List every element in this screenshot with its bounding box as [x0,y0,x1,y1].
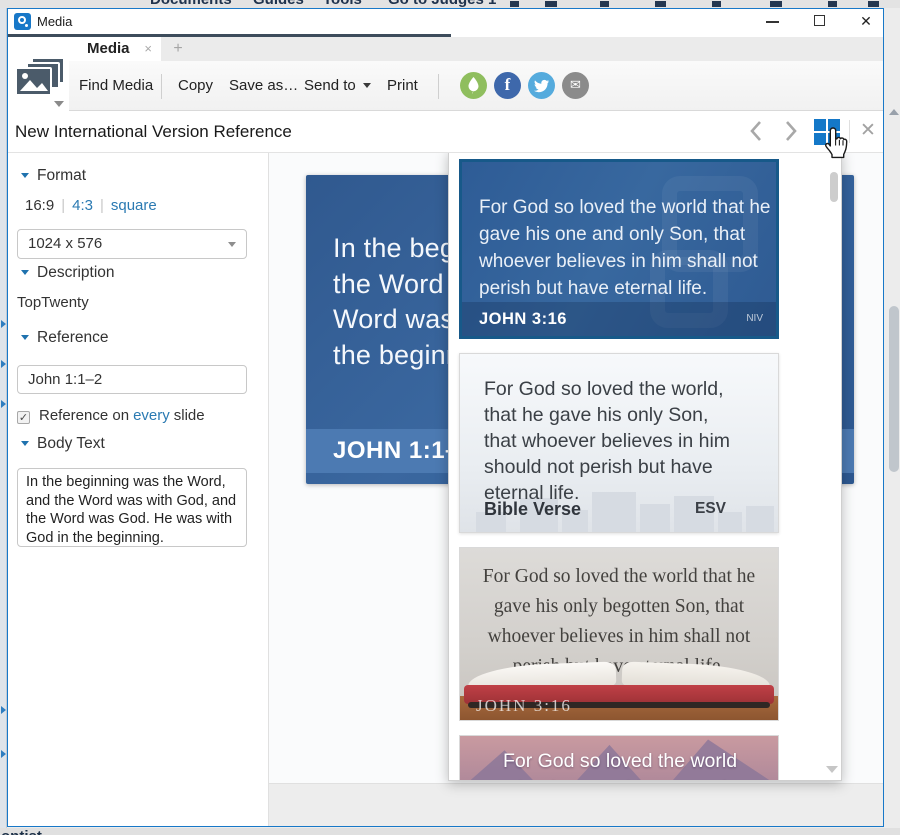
description-value: TopTwenty [17,294,89,311]
photo-glyph-icon [20,73,48,91]
tab-media[interactable]: Media × [69,37,161,61]
toolbar: Find Media Copy Save as… Send to Print f… [8,61,883,151]
bg-toolbar-icon [868,1,879,7]
window-title: Media [37,14,73,29]
bg-toolbar-icon [510,1,519,7]
minimize-button[interactable] [758,9,788,34]
faithlife-share-icon[interactable] [460,72,487,99]
bg-toolbar-icon [655,1,666,7]
city-skyline [640,504,670,532]
next-result-chevron-icon[interactable] [780,119,800,143]
thumbnail-footer: JOHN 3:16 NIV [462,302,776,336]
thumbnail-verse-text: For God so loved the world that he gave … [479,197,771,299]
email-share-icon[interactable]: ✉ [562,72,589,99]
bg-toolbar-icon [545,1,557,7]
media-stack-icon[interactable] [15,57,65,101]
thumbnail-version: NIV [746,313,763,324]
bg-toolbar-icon [770,1,782,7]
maximize-button[interactable] [806,9,836,34]
bg-scrollbar-up-icon[interactable] [889,109,899,115]
every-link[interactable]: every [133,407,170,424]
reference-input[interactable]: John 1:1–2 [17,365,247,394]
thumbnail-reference: JOHN 3:16 [476,696,572,715]
thumbnail-caption: Bible Verse [484,499,582,519]
result-thumbnail-book-photo[interactable]: For God so loved the world that he gave … [459,547,779,721]
bg-caret-icon [1,400,6,408]
result-thumbnail-niv[interactable]: For God so loved the world that he gave … [459,159,779,339]
panel-menu-caret-icon[interactable] [54,101,64,107]
collapse-caret-icon [21,270,29,275]
bg-scrollbar-thumb[interactable] [889,306,899,472]
twitter-share-icon[interactable] [528,72,555,99]
bg-menu-go-to: Go to Judges 1 [388,0,496,8]
thumbnail-verse-text: For God so loved the world that he gave … [502,750,738,780]
toolbar-separator [161,74,162,99]
thumbnail-version: ESV [694,500,726,517]
ratio-options: 16:9 | 4:3 | square [25,197,157,214]
ratio-4-3[interactable]: 4:3 [72,197,93,214]
print-button[interactable]: Print [387,61,418,110]
thumbnail-verse-text: For God so loved the world, that he gave… [484,378,731,504]
checkbox-label: Reference on every slide [39,407,205,424]
result-title: New International Version Reference [15,122,292,141]
screen: Documents Guides Tools Go to Judges 1 on… [0,0,900,835]
tab-label: Media [87,40,130,57]
copy-button[interactable]: Copy [178,61,213,110]
bg-caret-icon [1,360,6,368]
send-to-caret-icon [362,83,371,88]
find-media-button[interactable]: Find Media [79,61,153,110]
body-text-section-header[interactable]: Body Text [21,435,105,453]
media-results-panel: For God so loved the world that he gave … [448,153,842,781]
result-thumbnail-mountains[interactable]: For God so loved the world that he gave … [459,735,779,780]
tab-close-icon[interactable]: × [144,37,152,60]
bg-menu-guides: Guides [253,0,304,8]
bg-toolbar-icon [712,1,721,7]
reference-section-header[interactable]: Reference [21,329,109,347]
collapse-caret-icon [21,335,29,340]
collapse-caret-icon [21,173,29,178]
ratio-square[interactable]: square [111,197,157,214]
bg-menu-tools: Tools [323,0,362,8]
bg-text-fragment: ontist [1,828,42,835]
options-sidebar: Format 16:9 | 4:3 | square 1024 x 576 Descri… [8,153,269,826]
header-separator [849,120,850,143]
results-scrollbar-thumb[interactable] [830,172,838,202]
prev-result-chevron-icon[interactable] [747,119,767,143]
thumbnail-reference: JOHN 3:16 [479,310,567,328]
ratio-16-9[interactable]: 16:9 [25,197,54,214]
bg-menu-documents: Documents [150,0,232,8]
new-tab-button[interactable]: + [168,37,188,61]
body-text-input[interactable]: In the beginning was the Word, and the W… [17,468,247,547]
facebook-share-icon[interactable]: f [494,72,521,99]
media-preview-area: In the beginning was the Word, and the W… [269,153,883,826]
reference-on-every-slide-checkbox[interactable]: ✓ [17,411,30,424]
media-app-icon [14,13,31,30]
close-result-icon[interactable]: ✕ [856,117,880,144]
send-to-button[interactable]: Send to [304,61,371,110]
bg-caret-icon [1,750,6,758]
thumbnail-verse-text: For God so loved the world that he gave … [482,566,756,677]
close-window-button[interactable]: ✕ [851,9,881,34]
results-scrollbar-down-icon[interactable] [826,766,838,773]
bg-caret-icon [1,706,6,714]
background-left-panel [0,8,7,828]
window-titlebar[interactable]: Media ✕ [8,9,883,34]
collapse-caret-icon [21,441,29,446]
city-skyline [746,506,774,532]
size-select[interactable]: 1024 x 576 [17,229,247,259]
bg-caret-icon [1,320,6,328]
background-menubar: Documents Guides Tools Go to Judges 1 [0,0,900,8]
bottom-strip [269,783,883,826]
description-section-header[interactable]: Description [21,264,115,282]
media-window: Media ✕ Media × + Find Media Copy Save a… [7,8,884,827]
result-thumbnail-esv[interactable]: For God so loved the world, that he gave… [459,353,779,533]
toolbar-separator [438,74,439,99]
select-caret-icon [228,242,236,247]
mouse-pointer-hand-cursor [825,127,848,159]
background-bottom-strip: ontist [0,828,900,835]
bg-toolbar-icon [828,1,837,7]
save-as-button[interactable]: Save as… [229,61,298,110]
bg-toolbar-icon [600,1,609,7]
format-section-header[interactable]: Format [21,167,86,185]
